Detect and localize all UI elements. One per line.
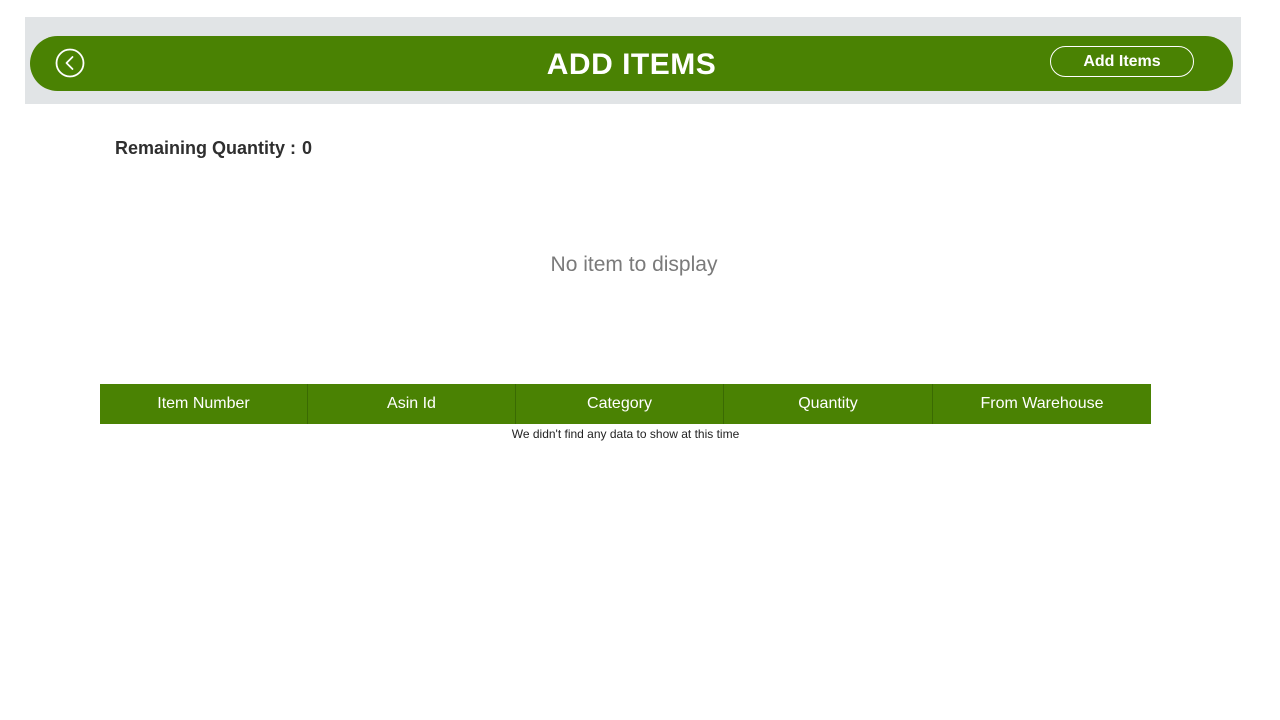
remaining-quantity-label: Remaining Quantity : — [115, 138, 297, 158]
remaining-quantity: Remaining Quantity :0 — [115, 137, 312, 159]
column-header-from-warehouse[interactable]: From Warehouse — [933, 384, 1151, 424]
column-header-item-number[interactable]: Item Number — [100, 384, 308, 424]
data-table-header: Item Number Asin Id Category Quantity Fr… — [100, 384, 1151, 424]
data-table-empty-message: We didn't find any data to show at this … — [511, 427, 740, 441]
column-header-asin-id[interactable]: Asin Id — [308, 384, 516, 424]
column-header-quantity[interactable]: Quantity — [724, 384, 933, 424]
header-bar: ADD ITEMS Add Items — [30, 36, 1233, 91]
gallery-empty-message: No item to display — [550, 253, 718, 276]
add-items-screen: ADD ITEMS Add Items Remaining Quantity :… — [0, 0, 1280, 720]
add-items-button[interactable]: Add Items — [1050, 46, 1194, 77]
header-band: ADD ITEMS Add Items — [25, 17, 1241, 104]
remaining-quantity-value: 0 — [302, 138, 313, 158]
column-header-category[interactable]: Category — [516, 384, 724, 424]
